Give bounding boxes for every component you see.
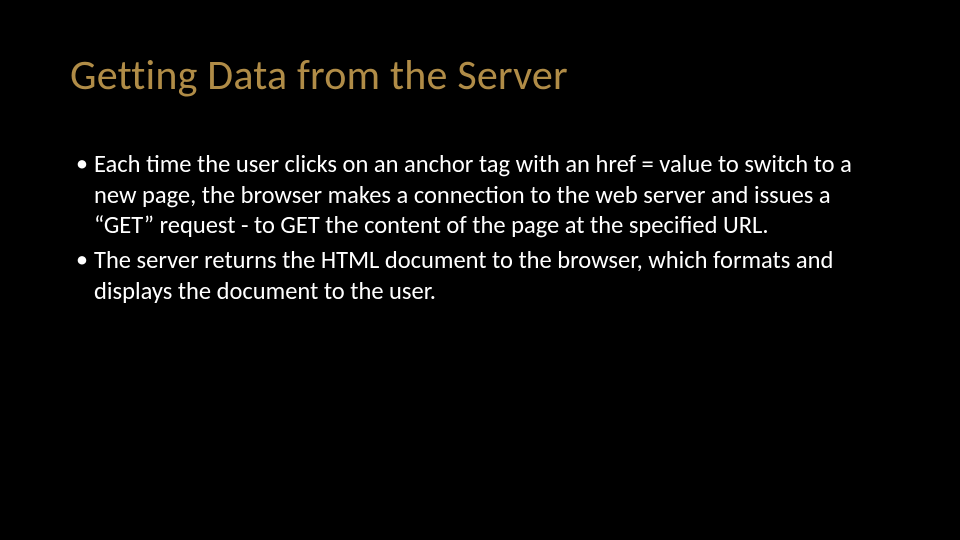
slide-title: Getting Data from the Server [70, 50, 890, 101]
list-item: Each time the user clicks on an anchor t… [80, 149, 890, 241]
bullet-list: Each time the user clicks on an anchor t… [70, 149, 890, 306]
list-item: The server returns the HTML document to … [80, 245, 890, 306]
slide: Getting Data from the Server Each time t… [0, 0, 960, 540]
